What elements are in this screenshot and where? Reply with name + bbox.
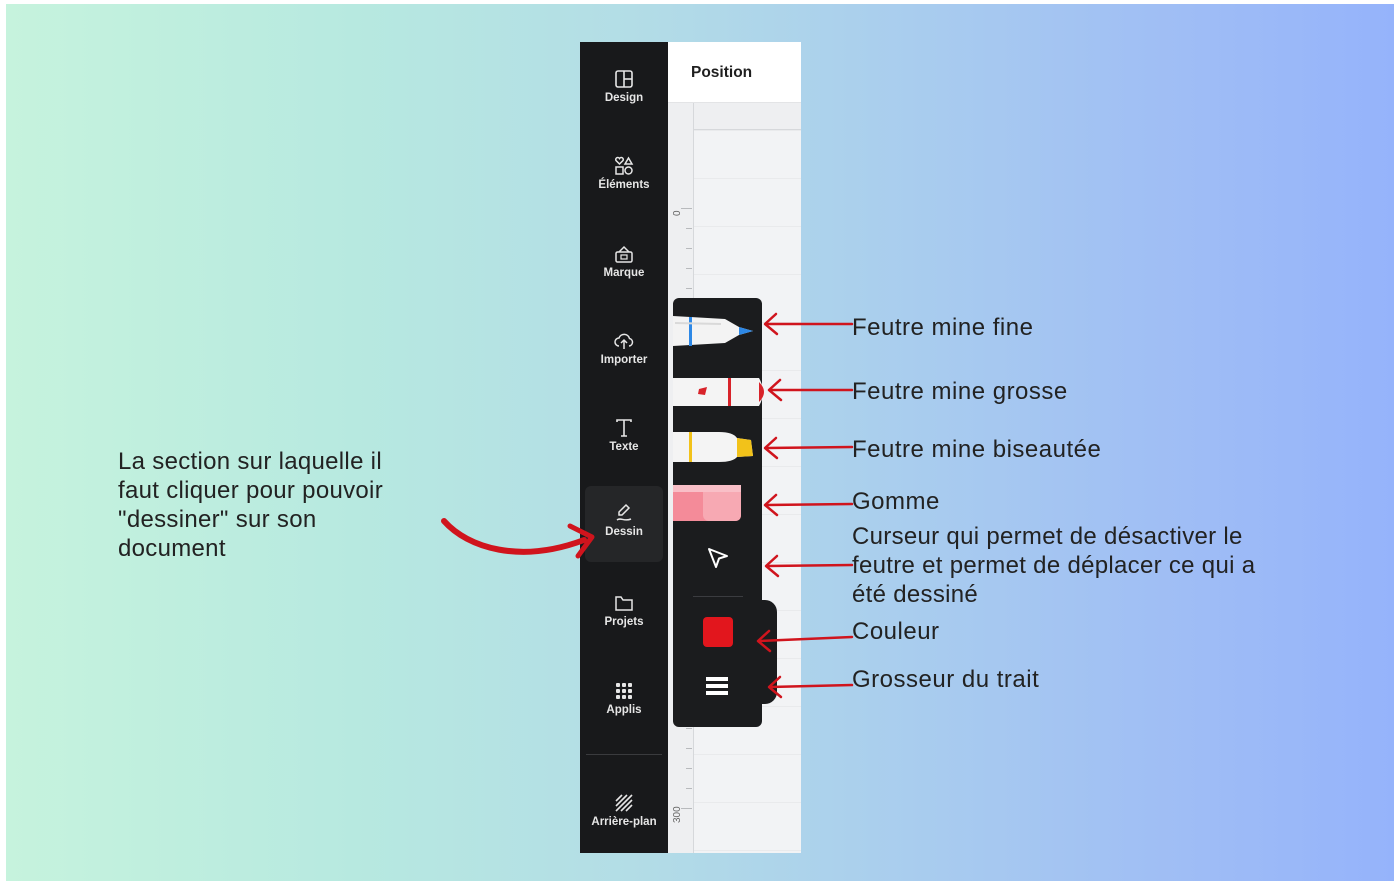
ruler-label-0: 0: [672, 210, 683, 216]
folder-icon: [613, 592, 635, 614]
left-annotation: La section sur laquelle il faut cliquer …: [118, 447, 383, 563]
label-highlighter: Feutre mine biseautée: [852, 436, 1102, 463]
sidebar-item-brand[interactable]: Marque: [585, 231, 663, 307]
sidebar-item-label: Éléments: [598, 179, 650, 191]
sidebar-divider: [586, 754, 662, 755]
context-toolbar: Position: [668, 42, 801, 103]
sidebar-item-upload[interactable]: Importer: [585, 318, 663, 394]
annotation-line: faut cliquer pour pouvoir: [118, 477, 383, 504]
sidebar-item-design[interactable]: Design: [585, 56, 663, 132]
eraser-tool[interactable]: [673, 485, 743, 521]
brand-icon: [613, 243, 635, 265]
sidebar-item-draw[interactable]: Dessin: [585, 486, 663, 562]
toolbar-divider: [693, 596, 743, 597]
apps-grid-icon: [613, 680, 635, 702]
cloud-upload-icon: [613, 330, 635, 352]
annotation-line: Curseur qui permet de désactiver le: [852, 523, 1243, 550]
label-eraser: Gomme: [852, 488, 940, 515]
sidebar-item-label: Design: [604, 92, 644, 104]
text-icon: [613, 417, 635, 439]
annotation-line: été dessiné: [852, 581, 979, 608]
sidebar-item-projects[interactable]: Projets: [585, 580, 663, 656]
color-picker-button[interactable]: [703, 617, 733, 647]
shapes-icon: [613, 155, 635, 177]
sidebar-item-label: Dessin: [605, 526, 643, 538]
sidebar-item-apps[interactable]: Applis: [585, 668, 663, 744]
highlighter-tool[interactable]: [673, 428, 757, 466]
annotation-line: document: [118, 535, 226, 562]
background-icon: [613, 792, 635, 814]
horizontal-ruler: [693, 103, 801, 130]
fine-marker-tool[interactable]: [673, 311, 759, 355]
sidebar-item-elements[interactable]: Éléments: [585, 143, 663, 219]
sidebar-item-label: Importer: [600, 354, 648, 366]
line-weight-icon: [704, 675, 730, 697]
annotation-line: "dessiner" sur son: [118, 506, 317, 533]
label-stroke-weight: Grosseur du trait: [852, 666, 1040, 693]
annotation-line: feutre et permet de déplacer ce qui a: [852, 552, 1256, 579]
sidebar-item-label: Arrière-plan: [591, 816, 657, 828]
draw-icon: [613, 502, 635, 524]
layout-icon: [613, 68, 635, 90]
label-fine-marker: Feutre mine fine: [852, 314, 1034, 341]
annotation-line: La section sur laquelle il: [118, 448, 382, 475]
label-cursor: Curseur qui permet de désactiver le feut…: [852, 522, 1255, 609]
label-color: Couleur: [852, 618, 940, 645]
sidebar-item-label: Marque: [603, 267, 645, 279]
sidebar-item-label: Projets: [604, 616, 644, 628]
label-thick-marker: Feutre mine grosse: [852, 378, 1068, 405]
cursor-tool[interactable]: [705, 545, 731, 571]
stroke-weight-button[interactable]: [704, 675, 730, 697]
sidebar-item-background[interactable]: Arrière-plan: [585, 780, 663, 853]
sidebar-item-text[interactable]: Texte: [585, 405, 663, 481]
sidebar-item-label: Applis: [606, 704, 642, 716]
sidebar-item-label: Texte: [609, 441, 639, 453]
position-button[interactable]: Position: [691, 64, 752, 82]
editor-sidebar: Design Éléments Marque Importer Texte De…: [580, 42, 668, 853]
thick-marker-tool[interactable]: [673, 373, 767, 411]
